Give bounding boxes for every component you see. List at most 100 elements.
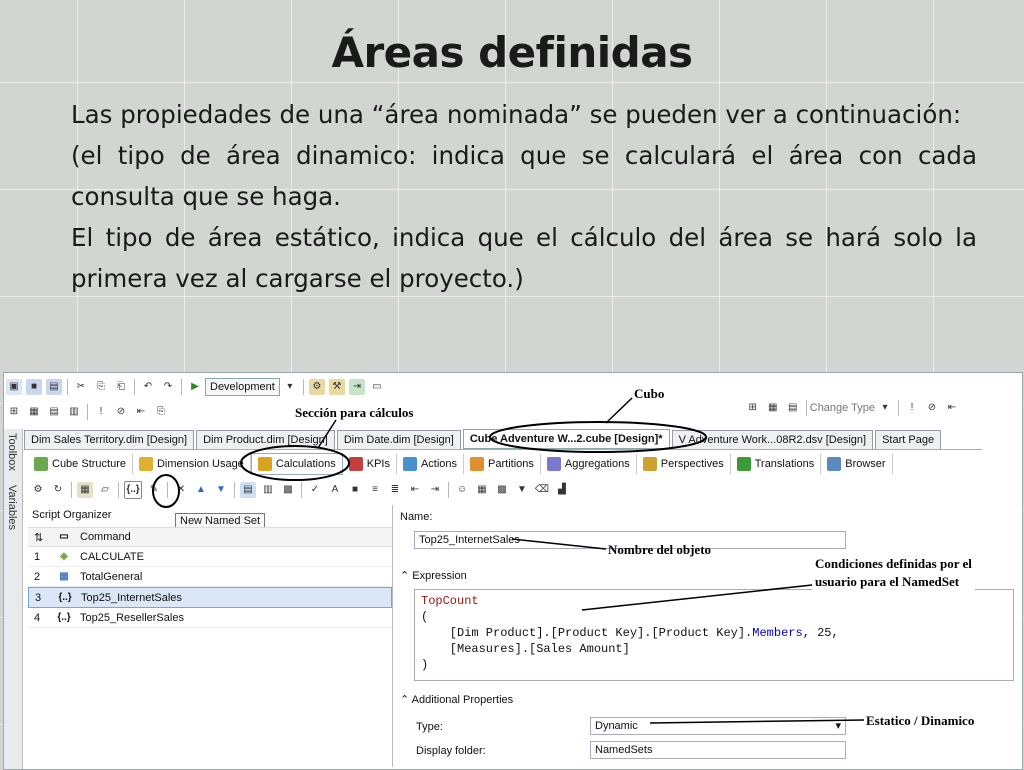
window-icon[interactable]: ▭ — [369, 379, 385, 395]
named-set-icon: {..} — [58, 591, 72, 603]
expression-section[interactable]: ⌃ Expression — [400, 569, 467, 582]
paste-icon[interactable]: ⎗ — [113, 379, 129, 395]
save-all-icon[interactable]: ▤ — [46, 379, 62, 395]
name-label: Name: — [400, 511, 433, 523]
doc-tab[interactable]: Dim Date.dim [Design] — [336, 430, 461, 449]
chevron-down-icon[interactable]: ▾ — [282, 379, 298, 395]
start-debug-icon[interactable]: ▶ — [187, 379, 203, 395]
tab-dimension-usage[interactable]: Dimension Usage — [133, 454, 251, 474]
deploy-icon[interactable]: ⇥ — [348, 379, 365, 395]
solution-explorer-icon[interactable]: ⚙ — [308, 379, 325, 395]
doc-tab[interactable]: V Adventure Work...08R2.dsv [Design] — [671, 430, 874, 449]
filter-icon[interactable]: ▼ — [514, 482, 530, 498]
align-right-icon[interactable]: ≣ — [387, 482, 403, 498]
fill-color-icon[interactable]: ■ — [347, 482, 363, 498]
new-script-command-icon[interactable]: ✎ — [146, 482, 162, 498]
refresh-icon[interactable]: ↻ — [50, 482, 66, 498]
indent-icon[interactable]: ⇤ — [944, 400, 960, 416]
form-view-icon[interactable]: ▤ — [240, 482, 256, 498]
display-folder-field[interactable]: NamedSets — [590, 741, 846, 759]
delete-icon[interactable]: ✕ — [173, 482, 189, 498]
change-type-button[interactable]: Change Type — [810, 402, 875, 414]
organizer-row[interactable]: 1 ◈ CALCULATE — [28, 547, 392, 567]
collapse-icon: ⌃ — [400, 694, 410, 706]
exclamation-icon[interactable]: ! — [93, 404, 109, 420]
move-down-icon[interactable]: ▼ — [213, 482, 229, 498]
outdent-icon[interactable]: ⇤ — [407, 482, 423, 498]
tab-aggregations[interactable]: Aggregations — [541, 454, 637, 474]
erase-icon[interactable]: ⌫ — [534, 482, 550, 498]
chevron-down-icon: ▾ — [835, 720, 841, 732]
table-icon[interactable]: ▦ — [765, 400, 781, 416]
expression-editor[interactable]: TopCount ( [Dim Product].[Product Key].[… — [414, 589, 1014, 681]
tab-perspectives[interactable]: Perspectives — [637, 454, 731, 474]
sql-icon[interactable]: ▤ — [46, 404, 62, 420]
new-named-set-icon[interactable]: {..} — [124, 481, 142, 499]
sort-icon[interactable]: ⇅ — [28, 531, 56, 544]
doc-tab-active[interactable]: Cube Adventure W...2.cube [Design]* — [462, 429, 670, 449]
grid-icon[interactable]: ▩ — [494, 482, 510, 498]
grid-icon[interactable]: ⊞ — [745, 400, 761, 416]
table-icon[interactable]: ▦ — [474, 482, 490, 498]
slide-paragraph: El tipo de área estático, indica que el … — [71, 223, 977, 293]
organizer-row[interactable]: 4 {..} Top25_ResellerSales — [28, 608, 392, 628]
sql-icon[interactable]: ▤ — [785, 400, 801, 416]
filter-icon[interactable]: ⊘ — [113, 404, 129, 420]
designer-tabs: Cube Structure Dimension Usage Calculati… — [28, 453, 893, 475]
indent-icon[interactable]: ⇥ — [427, 482, 443, 498]
undo-icon[interactable]: ↶ — [140, 379, 156, 395]
toolbox-tab[interactable]: Toolbox — [6, 433, 18, 471]
perspectives-icon — [642, 457, 657, 471]
tab-translations[interactable]: Translations — [731, 454, 822, 474]
process-icon[interactable]: ⚙ — [30, 482, 46, 498]
variables-tab[interactable]: Variables — [6, 485, 18, 530]
tab-actions[interactable]: Actions — [397, 454, 465, 474]
new-calculated-member-icon[interactable]: ▦ — [77, 482, 93, 498]
additional-properties-section[interactable]: ⌃ Additional Properties — [400, 693, 513, 706]
copy-table-icon[interactable]: ⎘ — [153, 404, 169, 420]
folder-icon[interactable]: ▱ — [97, 482, 113, 498]
browser-icon — [827, 457, 842, 471]
save-icon[interactable]: ■ — [26, 379, 42, 395]
chevron-down-icon[interactable]: ▾ — [877, 400, 893, 416]
script-view-icon[interactable]: ▥ — [260, 482, 276, 498]
tab-kpis[interactable]: KPIs — [343, 454, 397, 474]
tab-browser[interactable]: Browser — [821, 454, 893, 474]
exclamation-icon[interactable]: ! — [904, 400, 920, 416]
cube-icon: ◈ — [60, 550, 68, 562]
partitions-icon — [470, 457, 485, 471]
align-left-icon[interactable]: ≡ — [367, 482, 383, 498]
copy-icon[interactable]: ⎘ — [93, 379, 109, 395]
slide-body: Las propiedades de una “área nominada” s… — [71, 94, 977, 299]
view-icon[interactable]: ▥ — [66, 404, 82, 420]
type-dropdown[interactable]: Dynamic ▾ — [590, 717, 846, 735]
organizer-title: Script Organizer — [32, 509, 112, 521]
calculated-member-icon: ▦ — [59, 570, 69, 582]
spellcheck-icon[interactable]: ✓ — [307, 482, 323, 498]
doc-tab[interactable]: Dim Sales Territory.dim [Design] — [24, 430, 195, 449]
doc-tab[interactable]: Start Page — [875, 430, 942, 449]
tab-calculations[interactable]: Calculations — [250, 453, 343, 475]
right-toolbar: ⊞ ▦ ▤ Change Type ▾ ! ⊘ ⇤ — [743, 400, 962, 416]
tab-partitions[interactable]: Partitions — [464, 454, 541, 474]
chart-icon[interactable]: ▟ — [554, 482, 570, 498]
check-syntax-icon[interactable]: ▩ — [280, 482, 296, 498]
move-up-icon[interactable]: ▲ — [193, 482, 209, 498]
filter-icon[interactable]: ⊘ — [924, 400, 940, 416]
properties-icon[interactable]: ⚒ — [328, 379, 345, 395]
organizer-row[interactable]: 2 ▦ TotalGeneral — [28, 567, 392, 587]
configuration-dropdown[interactable]: Development — [205, 378, 280, 396]
indent-icon[interactable]: ⇤ — [133, 404, 149, 420]
tab-cube-structure[interactable]: Cube Structure — [28, 454, 133, 474]
font-icon[interactable]: A — [327, 482, 343, 498]
users-icon[interactable]: ☺ — [454, 482, 470, 498]
organizer-row-selected[interactable]: 3 {..} Top25_InternetSales — [28, 587, 392, 608]
new-project-icon[interactable]: ▣ — [6, 379, 22, 395]
cut-icon[interactable]: ✂ — [73, 379, 89, 395]
redo-icon[interactable]: ↷ — [160, 379, 176, 395]
table-icon[interactable]: ▦ — [26, 404, 42, 420]
cube-structure-icon — [34, 457, 48, 471]
doc-tab[interactable]: Dim Product.dim [Design] — [196, 430, 335, 449]
grid-icon[interactable]: ⊞ — [6, 404, 22, 420]
calculations-icon — [257, 457, 272, 471]
